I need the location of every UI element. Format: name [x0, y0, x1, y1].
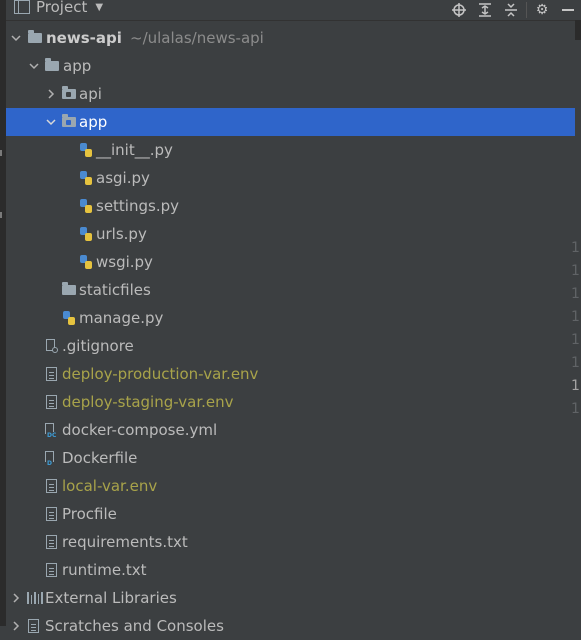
- tree-item-api[interactable]: api: [6, 80, 575, 108]
- line-number: 1: [571, 240, 580, 256]
- chevron-right-icon[interactable]: [10, 592, 22, 604]
- tree-item-label: asgi.py: [96, 169, 150, 187]
- tree-item-staticfiles[interactable]: staticfiles: [6, 276, 575, 304]
- tree-item-requirements[interactable]: requirements.txt: [6, 528, 575, 556]
- python-file-icon: [80, 171, 93, 186]
- tree-item-urls-py[interactable]: urls.py: [6, 220, 575, 248]
- tree-item-label: app: [79, 113, 108, 131]
- folder-icon: [62, 282, 76, 295]
- tree-item-label: deploy-production-var.env: [62, 365, 259, 383]
- tree-item-label: deploy-staging-var.env: [62, 393, 234, 411]
- tree-item-news-api[interactable]: news-api ~/ulalas/news-api: [6, 24, 575, 52]
- expand-all-icon[interactable]: [472, 0, 498, 20]
- libraries-icon: [27, 592, 43, 604]
- line-number: 1: [571, 378, 580, 394]
- tree-item-init-py[interactable]: __init__.py: [6, 136, 575, 164]
- tree-item-label: Dockerfile: [62, 449, 138, 467]
- line-number: 1: [571, 401, 580, 417]
- tree-item-dockerfile[interactable]: D Dockerfile: [6, 444, 575, 472]
- project-panel-title: Project: [36, 0, 88, 16]
- text-file-icon: [46, 395, 57, 409]
- project-panel-icon: [14, 0, 30, 14]
- text-file-icon: [46, 507, 57, 521]
- line-number: 1: [571, 286, 580, 302]
- tree-item-wsgi-py[interactable]: wsgi.py: [6, 248, 575, 276]
- package-folder-icon: [62, 114, 76, 127]
- python-file-icon: [80, 227, 93, 242]
- dockerfile-icon: D: [45, 451, 58, 467]
- tree-item-label: Scratches and Consoles: [45, 617, 224, 635]
- tree-item-docker-compose[interactable]: DC docker-compose.yml: [6, 416, 575, 444]
- editor-edge: [575, 20, 581, 40]
- chevron-down-icon: ▼: [95, 1, 104, 13]
- text-file-icon: [46, 367, 57, 381]
- tree-item-label: manage.py: [79, 309, 164, 327]
- package-folder-icon: [62, 86, 76, 99]
- chevron-right-icon[interactable]: [45, 88, 57, 100]
- text-file-icon: [46, 535, 57, 549]
- line-number: 1: [571, 309, 580, 325]
- tree-item-label: app: [63, 57, 92, 75]
- toolbar-divider: [526, 2, 527, 18]
- tree-item-label: wsgi.py: [96, 253, 153, 271]
- collapse-all-icon[interactable]: [498, 0, 524, 20]
- project-panel-header: Project ▼ ⚙: [6, 0, 581, 21]
- tree-item-label: staticfiles: [79, 281, 151, 299]
- python-file-icon: [80, 255, 93, 270]
- tree-item-label: settings.py: [96, 197, 179, 215]
- locate-icon[interactable]: [446, 0, 472, 20]
- header-toolbar: ⚙: [446, 0, 581, 20]
- line-number: 1: [571, 332, 580, 348]
- tree-item-deploy-production-env[interactable]: deploy-production-var.env: [6, 360, 575, 388]
- tree-item-gitignore[interactable]: .gitignore: [6, 332, 575, 360]
- tree-item-label: requirements.txt: [62, 533, 188, 551]
- docker-compose-file-icon: DC: [45, 423, 58, 439]
- tree-item-label: urls.py: [96, 225, 147, 243]
- tree-item-manage-py[interactable]: manage.py: [6, 304, 575, 332]
- tree-item-scratches[interactable]: Scratches and Consoles: [6, 612, 575, 640]
- tree-item-runtime[interactable]: runtime.txt: [6, 556, 575, 584]
- strip-tick: [0, 150, 2, 156]
- line-number: 1: [571, 355, 580, 371]
- tree-item-deploy-staging-env[interactable]: deploy-staging-var.env: [6, 388, 575, 416]
- chevron-down-icon[interactable]: [10, 32, 22, 44]
- text-file-icon: [46, 479, 57, 493]
- tree-item-label: api: [79, 85, 102, 103]
- editor-line-gutter: 1 1 1 1 1 1 1 1: [571, 240, 581, 424]
- folder-icon: [28, 30, 42, 43]
- scratches-icon: [28, 619, 39, 633]
- python-file-icon: [63, 311, 76, 326]
- tree-item-path: ~/ulalas/news-api: [130, 29, 264, 47]
- project-view-selector[interactable]: Project ▼: [14, 0, 103, 16]
- strip-tick: [0, 212, 2, 218]
- gitignore-file-icon: [46, 339, 59, 354]
- tree-item-label: local-var.env: [62, 477, 158, 495]
- tree-item-app-folder[interactable]: app: [6, 52, 575, 80]
- chevron-down-icon[interactable]: [45, 116, 57, 128]
- tree-item-settings-py[interactable]: settings.py: [6, 192, 575, 220]
- python-file-icon: [80, 143, 93, 158]
- tree-item-procfile[interactable]: Procfile: [6, 500, 575, 528]
- line-number: 1: [571, 263, 580, 279]
- text-file-icon: [46, 563, 57, 577]
- tree-item-app-package[interactable]: app: [6, 108, 575, 136]
- tree-item-local-env[interactable]: local-var.env: [6, 472, 575, 500]
- tree-item-external-libraries[interactable]: External Libraries: [6, 584, 575, 612]
- chevron-right-icon[interactable]: [10, 620, 22, 632]
- project-tree: news-api ~/ulalas/news-api app api app _…: [6, 24, 575, 640]
- hide-panel-icon[interactable]: [555, 0, 581, 20]
- tree-item-label: news-api: [46, 29, 122, 47]
- tree-item-label: Procfile: [62, 505, 117, 523]
- tree-item-label: __init__.py: [96, 141, 173, 159]
- tree-item-label: docker-compose.yml: [62, 421, 218, 439]
- tree-item-label: runtime.txt: [62, 561, 147, 579]
- tree-item-label: .gitignore: [62, 337, 134, 355]
- chevron-down-icon[interactable]: [28, 60, 40, 72]
- python-file-icon: [80, 199, 93, 214]
- tree-item-label: External Libraries: [45, 589, 177, 607]
- gear-icon[interactable]: ⚙: [529, 0, 555, 20]
- folder-icon: [45, 58, 59, 71]
- tree-item-asgi-py[interactable]: asgi.py: [6, 164, 575, 192]
